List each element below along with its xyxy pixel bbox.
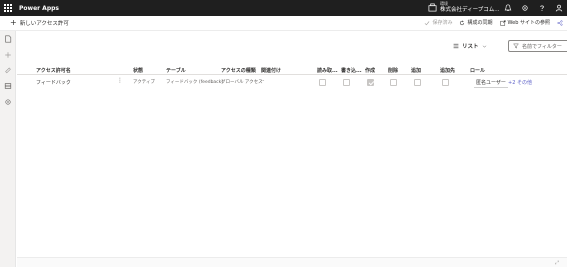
column-header-status[interactable]: 状態 — [133, 67, 143, 74]
plus-icon: + — [10, 18, 17, 27]
styling-icon[interactable] — [4, 66, 12, 74]
gear-icon — [522, 5, 528, 11]
add-component-icon[interactable] — [4, 51, 12, 59]
column-header-name[interactable]: アクセス許可名 — [36, 67, 71, 74]
notifications-button[interactable] — [504, 4, 512, 12]
person-icon — [555, 4, 563, 12]
share-icon — [557, 19, 563, 26]
column-header-write[interactable]: 書き込... — [341, 67, 362, 74]
delete-checkbox[interactable] — [390, 79, 397, 86]
checkmark-icon — [425, 20, 430, 25]
column-header-relation[interactable]: 関連付け — [261, 67, 281, 74]
save-button[interactable]: 保存済み — [424, 19, 452, 26]
app-launcher-button[interactable] — [0, 0, 16, 16]
column-header-read[interactable]: 読み取... — [317, 67, 338, 74]
column-header-delete[interactable]: 削除 — [388, 67, 398, 74]
column-header-roles[interactable]: ロール — [470, 67, 485, 74]
data-table-icon[interactable] — [4, 82, 12, 90]
bell-icon — [504, 4, 512, 11]
view-label: リスト — [462, 44, 479, 50]
question-icon — [540, 5, 544, 11]
browse-website-label: Web サイトの参照 — [507, 20, 551, 26]
sync-configuration-button[interactable]: 構成の同期 — [459, 19, 493, 26]
app-name[interactable]: Power Apps — [19, 5, 59, 12]
status-value: アクティブ — [133, 80, 156, 85]
list-view-icon — [453, 43, 459, 49]
share-button[interactable] — [557, 19, 563, 26]
append-to-checkbox[interactable] — [442, 79, 449, 86]
role-chip[interactable]: 匿名ユーザー — [474, 78, 508, 88]
settings-button[interactable] — [521, 4, 529, 12]
table-row[interactable]: フィードバック ⋮ アクティブ フィードバック (feedback) グローバル… — [17, 75, 567, 89]
left-navigation — [0, 31, 16, 267]
environment-picker[interactable]: 環境 株式会社ディープコム... — [428, 1, 500, 13]
account-button[interactable] — [555, 4, 563, 12]
table-value: フィードバック (feedback) — [166, 80, 224, 85]
new-permission-button[interactable]: + 新しいアクセス許可 — [10, 18, 69, 28]
column-header-access-type[interactable]: アクセスの種類 — [221, 67, 256, 74]
environment-name: 株式会社ディープコム... — [440, 7, 500, 13]
status-bar: ⤢ — [17, 257, 567, 267]
view-switcher[interactable]: リスト — [453, 42, 487, 50]
table-header: アクセス許可名 状態 テーブル アクセスの種類 関連付け 読み取... 書き込.… — [17, 64, 567, 75]
environment-icon — [428, 3, 437, 11]
column-header-append-to[interactable]: 追加先 — [440, 67, 455, 74]
chevron-down-icon — [482, 45, 486, 48]
column-header-create[interactable]: 作成 — [365, 67, 375, 74]
write-checkbox[interactable] — [343, 79, 350, 86]
column-header-append[interactable]: 追加 — [411, 67, 421, 74]
main-content: リスト 名前でフィルター アクセス許可名 状態 テーブル アクセスの種類 関連付… — [17, 31, 567, 267]
access-type-value: グローバル アクセス — [221, 80, 263, 85]
create-checkbox[interactable] — [367, 79, 374, 86]
filter-icon — [513, 43, 519, 49]
waffle-icon — [4, 4, 12, 12]
sync-label: 構成の同期 — [467, 20, 493, 26]
expand-icon[interactable]: ⤢ — [555, 260, 559, 266]
relation-value: -- — [261, 79, 265, 84]
filter-by-name-input[interactable]: 名前でフィルター — [508, 40, 567, 52]
read-checkbox[interactable] — [319, 79, 326, 86]
top-bar: Power Apps 環境 株式会社ディープコム... — [0, 0, 567, 16]
permission-name[interactable]: フィードバック — [36, 79, 71, 86]
command-bar: + 新しいアクセス許可 保存済み 構成の同期 Web サイトの参照 — [0, 16, 567, 31]
open-external-icon — [499, 19, 506, 26]
row-more-options-icon[interactable]: ⋮ — [117, 77, 123, 84]
settings-nav-icon[interactable] — [4, 98, 12, 106]
refresh-icon — [460, 19, 465, 25]
append-checkbox[interactable] — [414, 79, 421, 86]
save-label: 保存済み — [432, 20, 453, 26]
filter-placeholder: 名前でフィルター — [522, 43, 562, 50]
more-roles-link[interactable]: +2 その他 — [508, 79, 532, 86]
column-header-table[interactable]: テーブル — [166, 67, 186, 74]
browse-website-button[interactable]: Web サイトの参照 — [499, 19, 551, 26]
new-permission-label: 新しいアクセス許可 — [19, 21, 69, 27]
page-icon[interactable] — [4, 35, 12, 43]
help-button[interactable] — [538, 4, 546, 12]
